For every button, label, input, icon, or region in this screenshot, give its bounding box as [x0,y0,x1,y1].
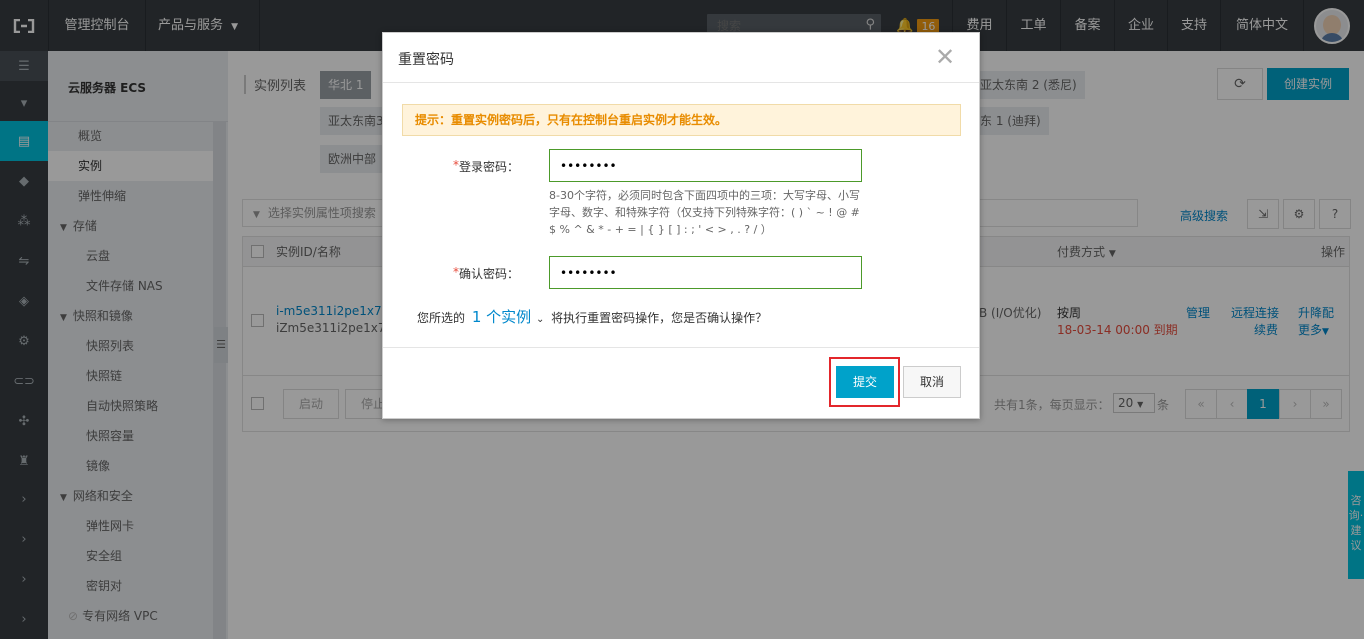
confirm-prefix: 您所选的 [417,311,466,325]
login-password-label: 登录密码： [459,160,520,174]
dialog-title: 重置密码 [398,52,454,68]
notice-text: 提示：重置实例密码后，只有 [415,113,572,127]
confirm-password-input[interactable] [549,256,862,289]
confirm-password-label: 确认密码： [459,267,520,281]
dialog-footer-divider [383,347,979,348]
close-icon[interactable]: ✕ [935,43,955,71]
instance-count: 1 个实例 [471,308,532,326]
chevron-down-icon: ⌄ [535,314,545,325]
instance-count-dropdown[interactable]: 1 个实例 ⌄ [472,308,544,326]
password-rules-hint: 8-30个字符，必须同时包含下面四项中的三项：大写字母、小写字母、数字、和特殊字… [549,189,860,236]
reset-password-dialog: 重置密码 ✕ 提示：重置实例密码后，只有在控制台重启实例才能生效。 * 登录密码… [382,32,980,419]
notice-banner: 提示：重置实例密码后，只有在控制台重启实例才能生效。 [402,104,961,136]
login-password-input[interactable] [549,149,862,182]
cancel-button[interactable]: 取消 [903,366,961,398]
dialog-header: 重置密码 ✕ [383,33,979,83]
confirm-suffix: 将执行重置密码操作，您是否确认操作？ [551,311,768,325]
submit-button[interactable]: 提交 [836,366,894,398]
notice-emphasis: 在控制台重启实例才能生效。 [571,113,728,127]
confirm-message: 您所选的 1 个实例 ⌄ 将执行重置密码操作，您是否确认操作？ [417,306,767,327]
